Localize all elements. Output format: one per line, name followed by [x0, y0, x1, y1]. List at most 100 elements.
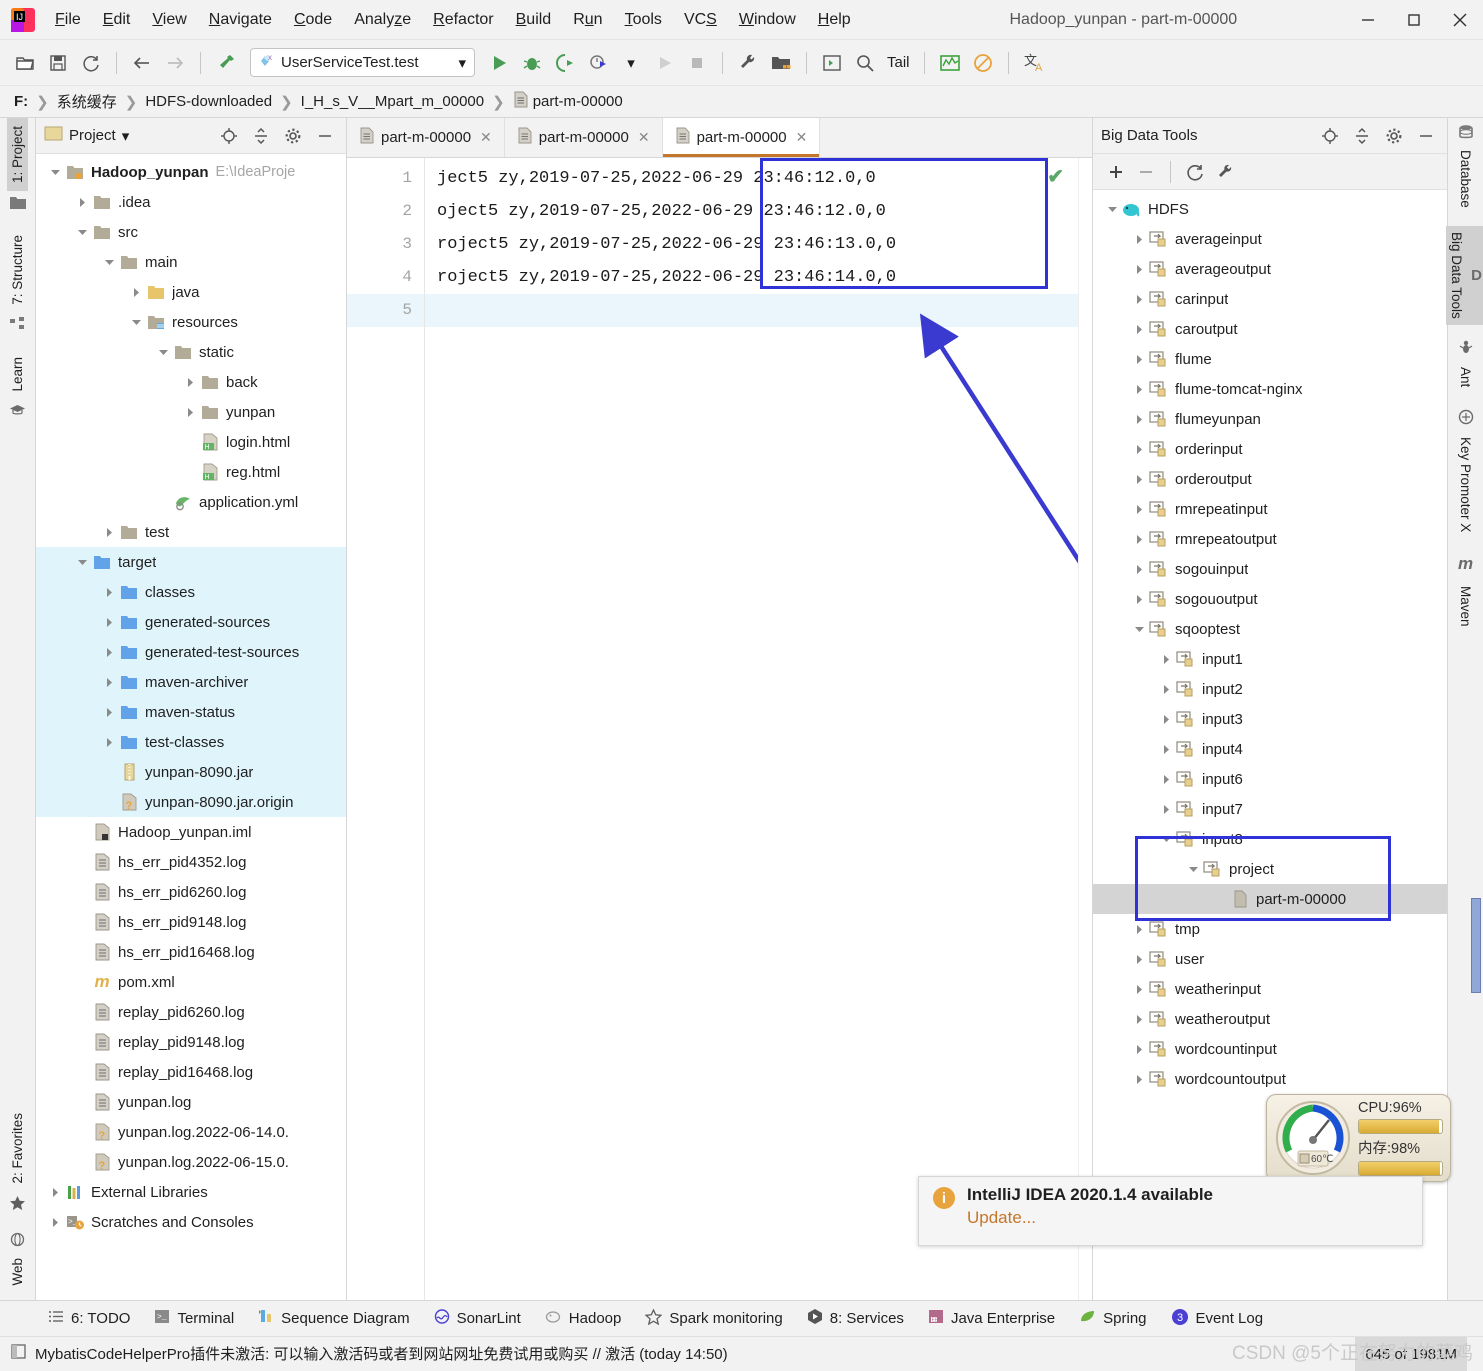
minimize-icon[interactable]: [312, 123, 338, 149]
menu-refactor[interactable]: Refactor: [422, 8, 504, 32]
editor-scrollbar[interactable]: [1078, 158, 1092, 1300]
back-arrow-icon[interactable]: [127, 48, 157, 78]
memory-indicator[interactable]: 645 of 1981M: [1355, 1337, 1467, 1371]
locate-icon-bdt[interactable]: [1317, 123, 1343, 149]
terminal-icon[interactable]: [817, 48, 847, 78]
tree-node-flume-tomcat-nginx[interactable]: flume-tomcat-nginx: [1093, 374, 1447, 404]
tree-node-caroutput[interactable]: caroutput: [1093, 314, 1447, 344]
tool-window-button-java-enterprise[interactable]: EE Java Enterprise: [928, 1309, 1055, 1328]
tree-node-maven-status[interactable]: maven-status: [36, 697, 346, 727]
chevron-right-icon[interactable]: [1130, 494, 1148, 524]
tree-node-back[interactable]: back: [36, 367, 346, 397]
tree-node-yunpan-log-2022-06-14-0[interactable]: ? yunpan.log.2022-06-14.0.: [36, 1117, 346, 1147]
tree-node-input3[interactable]: input3: [1093, 704, 1447, 734]
tree-node-hadoop-yunpan-iml[interactable]: Hadoop_yunpan.iml: [36, 817, 346, 847]
chevron-down-icon[interactable]: [154, 337, 172, 367]
tree-node-input4[interactable]: input4: [1093, 734, 1447, 764]
sidebar-item-bigdata-tools[interactable]: D Big Data Tools: [1446, 225, 1483, 325]
collapse-all-icon-bdt[interactable]: [1349, 123, 1375, 149]
tool-window-bar[interactable]: 6: TODO >_ Terminal Sequence Diagram SonarLi…: [0, 1300, 1483, 1336]
chevron-right-icon[interactable]: [100, 697, 118, 727]
chevron-right-icon[interactable]: [1130, 314, 1148, 344]
chevron-right-icon[interactable]: [1130, 944, 1148, 974]
project-structure-icon[interactable]: [766, 48, 796, 78]
chevron-right-icon[interactable]: [1157, 734, 1175, 764]
chevron-right-icon[interactable]: [100, 607, 118, 637]
chevron-right-icon[interactable]: [1130, 914, 1148, 944]
tree-node-src[interactable]: src: [36, 217, 346, 247]
sidebar-item-maven[interactable]: Maven: [1455, 578, 1476, 635]
tree-node-replay-pid6260-log[interactable]: replay_pid6260.log: [36, 997, 346, 1027]
chevron-down-icon[interactable]: [73, 547, 91, 577]
code-content[interactable]: ✔ ject5 zy,2019-07-25,2022-06-29 23:46:1…: [425, 158, 1078, 1300]
menu-run[interactable]: Run: [562, 8, 613, 32]
tree-node-user[interactable]: user: [1093, 944, 1447, 974]
chevron-right-icon[interactable]: [1130, 1004, 1148, 1034]
tree-node-test-classes[interactable]: test-classes: [36, 727, 346, 757]
menu-edit[interactable]: Edit: [92, 8, 142, 32]
tree-node-hadoop-yunpan[interactable]: Hadoop_yunpan E:\IdeaProje: [36, 157, 346, 187]
code-line[interactable]: roject5 zy,2019-07-25,2022-06-29 23:46:1…: [425, 228, 1078, 261]
settings-wrench-icon[interactable]: [733, 48, 763, 78]
chevron-right-icon[interactable]: [100, 727, 118, 757]
chart-icon[interactable]: [935, 48, 965, 78]
tool-window-button-terminal[interactable]: >_ Terminal: [154, 1309, 234, 1328]
chevron-right-icon[interactable]: [1130, 974, 1148, 1004]
tree-node-yunpan[interactable]: yunpan: [36, 397, 346, 427]
chevron-right-icon[interactable]: [1130, 404, 1148, 434]
tree-node-scratches-and-consoles[interactable]: >_ Scratches and Consoles: [36, 1207, 346, 1237]
chevron-right-icon[interactable]: [73, 187, 91, 217]
tree-node-yunpan-log-2022-06-15-0[interactable]: ? yunpan.log.2022-06-15.0.: [36, 1147, 346, 1177]
chevron-down-icon-2[interactable]: ▾: [616, 48, 646, 78]
tree-node-replay-pid16468-log[interactable]: replay_pid16468.log: [36, 1057, 346, 1087]
tree-node-target[interactable]: target: [36, 547, 346, 577]
no-entry-icon[interactable]: [968, 48, 998, 78]
remove-icon[interactable]: [1133, 159, 1159, 185]
chevron-right-icon[interactable]: [1130, 254, 1148, 284]
tree-node-orderinput[interactable]: orderinput: [1093, 434, 1447, 464]
chevron-down-icon[interactable]: [1184, 854, 1202, 884]
close-icon[interactable]: ✕: [480, 129, 492, 146]
locate-icon[interactable]: [216, 123, 242, 149]
close-icon[interactable]: ✕: [796, 129, 808, 146]
code-line[interactable]: oject5 zy,2019-07-25,2022-06-29 23:46:12…: [425, 195, 1078, 228]
code-line[interactable]: ject5 zy,2019-07-25,2022-06-29 23:46:12.…: [425, 162, 1078, 195]
menu-view[interactable]: View: [141, 8, 197, 32]
chevron-right-icon[interactable]: [1130, 434, 1148, 464]
wrench-icon[interactable]: [1212, 159, 1238, 185]
menu-help[interactable]: Help: [807, 8, 862, 32]
menu-code[interactable]: Code: [283, 8, 343, 32]
tree-node-yunpan-8090-jar[interactable]: yunpan-8090.jar: [36, 757, 346, 787]
chevron-down-icon[interactable]: [100, 247, 118, 277]
sidebar-item-key-promoter[interactable]: Key Promoter X: [1455, 429, 1476, 540]
inspection-status-icon[interactable]: ✔: [1047, 164, 1064, 190]
chevron-down-icon[interactable]: ▾: [458, 54, 466, 72]
tree-node-classes[interactable]: classes: [36, 577, 346, 607]
tree-node-project[interactable]: project: [1093, 854, 1447, 884]
tree-node-application-yml[interactable]: application.yml: [36, 487, 346, 517]
chevron-down-icon[interactable]: [73, 217, 91, 247]
chevron-right-icon[interactable]: [1130, 554, 1148, 584]
open-folder-icon[interactable]: [10, 48, 40, 78]
tool-window-button-event-log[interactable]: 3 Event Log: [1171, 1308, 1263, 1330]
chevron-down-icon[interactable]: [1130, 614, 1148, 644]
chevron-right-icon[interactable]: [1157, 644, 1175, 674]
sidebar-item-ant[interactable]: Ant: [1455, 359, 1476, 395]
chevron-right-icon[interactable]: [1130, 464, 1148, 494]
tree-node-idea[interactable]: .idea: [36, 187, 346, 217]
run-configuration-selector[interactable]: x UserServiceTest.test ▾: [250, 48, 475, 77]
close-icon[interactable]: ✕: [638, 129, 650, 146]
chevron-right-icon[interactable]: [1130, 224, 1148, 254]
tree-node-sogououtput[interactable]: sogououtput: [1093, 584, 1447, 614]
sidebar-item-project[interactable]: 1: Project: [7, 118, 28, 192]
tree-node-carinput[interactable]: carinput: [1093, 284, 1447, 314]
translate-icon[interactable]: 文A: [1019, 48, 1049, 78]
add-icon[interactable]: [1103, 159, 1129, 185]
tree-node-weatherinput[interactable]: weatherinput: [1093, 974, 1447, 1004]
tree-node-part-m-00000[interactable]: part-m-00000: [1093, 884, 1447, 914]
code-line[interactable]: roject5 zy,2019-07-25,2022-06-29 23:46:1…: [425, 261, 1078, 294]
menu-build[interactable]: Build: [505, 8, 563, 32]
tree-node-input7[interactable]: input7: [1093, 794, 1447, 824]
breadcrumb-item-0[interactable]: F:: [14, 93, 28, 110]
chevron-down-icon[interactable]: [1157, 824, 1175, 854]
